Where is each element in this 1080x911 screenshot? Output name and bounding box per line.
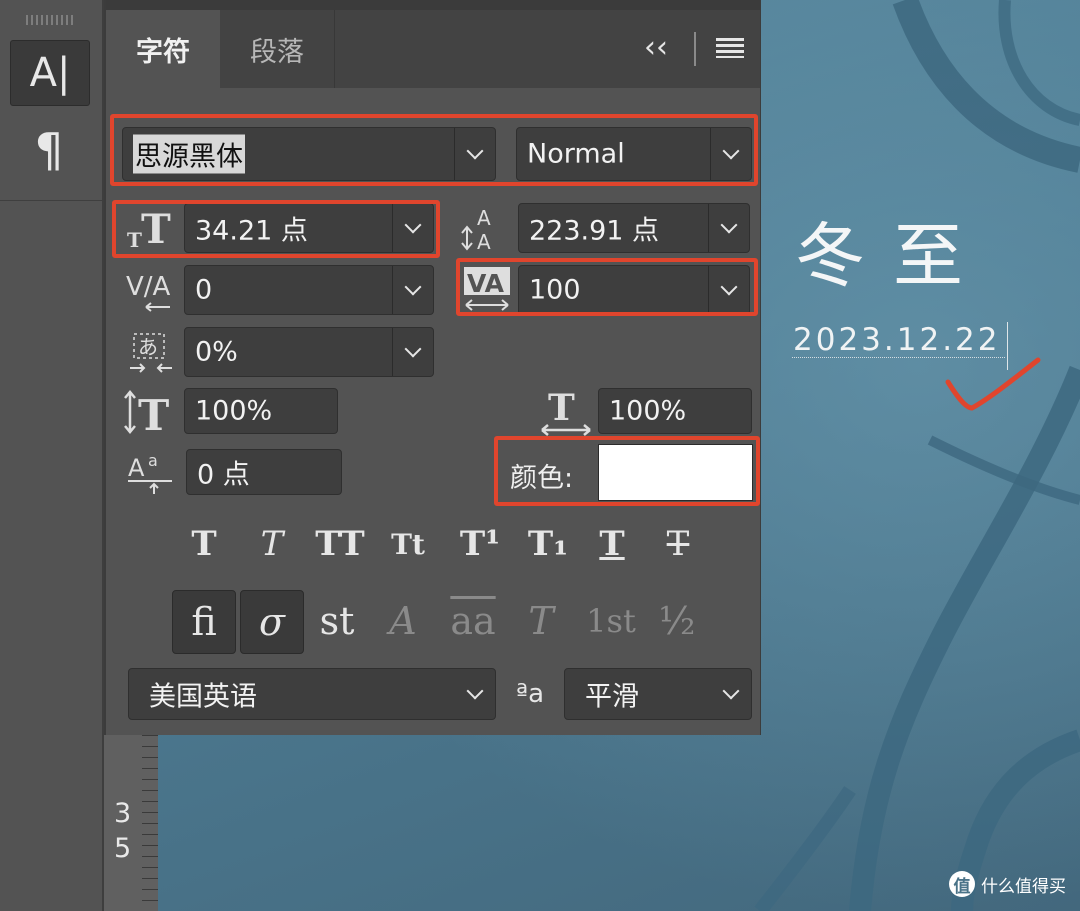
collapse-panel-icon[interactable]: ‹‹	[644, 30, 668, 65]
kerning-value: 0	[195, 274, 213, 306]
watermark: 值 什么值得买	[949, 871, 1066, 897]
panel-tab-bar: 字符 段落 ‹‹	[106, 10, 760, 88]
fractions-button[interactable]: ½	[646, 590, 708, 652]
tracking-value: 100	[529, 274, 581, 306]
svg-text:A: A	[477, 206, 491, 230]
font-family-dropdown[interactable]: 思源黑体	[122, 127, 496, 181]
ruler-label: 3	[114, 798, 132, 829]
tab-paragraph[interactable]: 段落	[220, 10, 335, 88]
baseline-shift-field[interactable]: 0 点	[186, 449, 342, 495]
tab-bar-divider	[694, 32, 696, 66]
chevron-down-icon[interactable]	[710, 128, 751, 180]
type-tool-icon: A|	[29, 50, 71, 96]
kerning-icon: V/A	[122, 264, 178, 316]
chevron-down-icon[interactable]	[392, 266, 433, 314]
watermark-logo-icon: 值	[949, 871, 975, 897]
horizontal-scale-value: 100%	[609, 395, 687, 427]
svg-text:V/A: V/A	[126, 272, 171, 302]
font-size-field[interactable]: 34.21 点	[184, 203, 434, 253]
subscript-button[interactable]: T₁	[520, 520, 576, 568]
paragraph-panel-button[interactable]: ¶	[10, 118, 88, 182]
text-color-swatch[interactable]	[598, 444, 753, 501]
titling-alternates-button[interactable]: T	[510, 590, 572, 652]
panel-header-strip	[106, 0, 760, 10]
chevron-down-icon[interactable]	[708, 266, 749, 314]
vertical-scale-field[interactable]: 100%	[184, 388, 338, 434]
all-caps-button[interactable]: TT	[310, 520, 370, 568]
antialias-icon: ªa	[515, 679, 545, 709]
font-size-icon: TT	[122, 202, 178, 254]
antialias-dropdown[interactable]: 平滑	[564, 668, 752, 720]
standard-ligatures-button[interactable]: ﬁ	[172, 590, 236, 654]
vertical-scale-icon: T	[122, 388, 178, 438]
font-style-value: Normal	[527, 138, 625, 170]
text-cursor	[1007, 322, 1008, 370]
svg-text:T: T	[138, 391, 169, 438]
leading-field[interactable]: 223.91 点	[518, 203, 750, 253]
chevron-down-icon[interactable]	[711, 669, 751, 719]
chevron-down-icon[interactable]	[392, 204, 433, 252]
ruler-label: 5	[114, 833, 132, 864]
svg-text:a: a	[148, 451, 158, 470]
chevron-down-icon[interactable]	[708, 204, 749, 252]
horizontal-scale-field[interactable]: 100%	[598, 388, 752, 434]
tsume-value: 0%	[195, 336, 238, 368]
svg-text:A: A	[477, 230, 491, 253]
svg-text:T: T	[141, 206, 171, 251]
tsume-field[interactable]: 0%	[184, 327, 434, 377]
svg-text:A: A	[128, 454, 145, 482]
antialias-value: 平滑	[585, 681, 639, 713]
canvas-title-text[interactable]: 冬至	[795, 200, 991, 301]
color-label: 颜色:	[510, 463, 574, 494]
font-style-dropdown[interactable]: Normal	[516, 127, 752, 181]
language-dropdown[interactable]: 美国英语	[128, 668, 496, 720]
svg-text:T: T	[127, 228, 142, 251]
pilcrow-icon: ¶	[34, 123, 64, 177]
strikethrough-button[interactable]: T	[652, 520, 704, 568]
ordinals-button[interactable]: 1st	[580, 590, 642, 652]
text-selection-underline	[792, 357, 1005, 359]
discretionary-ligatures-button[interactable]: st	[306, 590, 368, 652]
baseline-shift-icon: Aa	[126, 448, 178, 498]
underline-button[interactable]: T	[586, 520, 638, 568]
chevron-down-icon[interactable]	[455, 669, 495, 719]
font-family-value: 思源黑体	[133, 134, 245, 174]
vertical-scale-value: 100%	[195, 395, 273, 427]
character-panel: 字符 段落 ‹‹ 思源黑体 Normal TT 34.21 点 AA 223.9…	[104, 0, 761, 735]
swash-button[interactable]: A	[372, 590, 434, 652]
baseline-shift-value: 0 点	[197, 459, 250, 491]
horizontal-scale-icon: T	[538, 388, 594, 438]
canvas-date-text[interactable]: 2023.12.22	[793, 322, 1001, 358]
dock-grip-handle[interactable]	[26, 15, 76, 25]
small-caps-button[interactable]: Tt	[380, 520, 436, 568]
stylistic-alternates-button[interactable]: aa	[442, 590, 504, 652]
leading-icon: AA	[458, 202, 510, 254]
kerning-field[interactable]: 0	[184, 265, 434, 315]
ruler-ticks	[142, 735, 158, 911]
panel-menu-icon[interactable]	[716, 38, 744, 58]
tab-character[interactable]: 字符	[106, 10, 220, 88]
contextual-alternates-button[interactable]: σ	[240, 590, 304, 654]
toolbar-divider	[0, 200, 102, 201]
language-value: 美国英语	[149, 681, 257, 713]
chevron-down-icon[interactable]	[392, 328, 433, 376]
faux-bold-button[interactable]: T	[178, 520, 230, 568]
faux-italic-button[interactable]: T	[246, 520, 298, 568]
tracking-field[interactable]: 100	[518, 265, 750, 315]
svg-text:T: T	[548, 388, 575, 429]
tracking-icon: VA	[462, 264, 512, 312]
leading-value: 223.91 点	[529, 215, 660, 247]
font-size-value: 34.21 点	[195, 215, 308, 247]
watermark-text: 什么值得买	[981, 876, 1066, 897]
svg-text:あ: あ	[138, 335, 158, 359]
tsume-icon: あ	[126, 328, 176, 378]
chevron-down-icon[interactable]	[454, 128, 495, 180]
character-panel-button[interactable]: A|	[10, 40, 90, 106]
superscript-button[interactable]: T¹	[452, 520, 508, 568]
svg-text:VA: VA	[467, 269, 505, 298]
vertical-ruler[interactable]: 3 5	[104, 735, 158, 911]
panel-dock-toolbar: A| ¶	[0, 0, 104, 911]
